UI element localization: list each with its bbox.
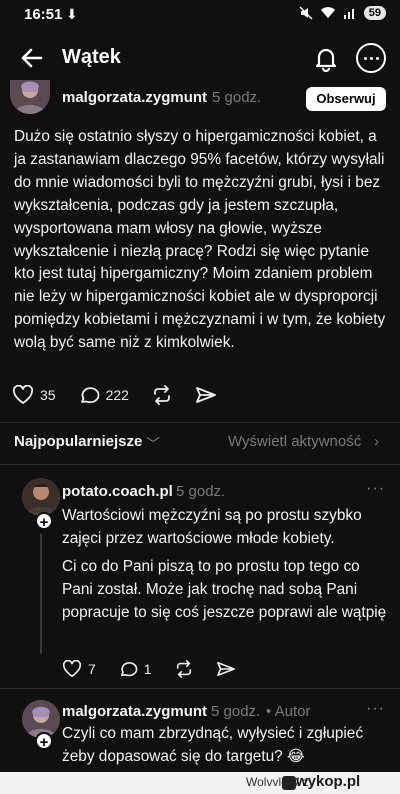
watermark-brand: wykop.pl [296,773,361,790]
author-tag: • Autor [266,703,311,720]
chevron-down-icon[interactable]: ﹀ [146,434,160,454]
reply-time: 5 godz. [176,483,226,500]
reply-body: Czyli co mam zbrzydnąć, wyłysieć i zgłup… [62,725,364,765]
reply-time: 5 godz. [211,703,261,720]
like-count: 7 [88,661,96,677]
status-icons: 59 [299,6,386,20]
reply-actions: 7 1 [62,660,258,678]
avatar[interactable] [10,80,50,114]
comment-count: 1 [143,661,152,677]
wifi-icon [320,7,335,18]
repost-button[interactable] [174,660,194,678]
status-bar: 16:51 ⬇ 59 [0,0,400,30]
page-title: Wątek [62,46,121,68]
heart-icon [62,660,82,678]
reply-body: Ci co do Pani piszą to po prostu top teg… [62,558,387,621]
like-button[interactable]: 7 [62,660,96,678]
repost-button[interactable] [151,385,173,405]
sort-dropdown[interactable]: Najpopularniejsze [14,433,142,450]
back-arrow-icon[interactable] [18,44,46,72]
comment-icon [120,662,138,677]
reply-more-icon[interactable]: ··· [366,700,385,718]
wykop-logo-icon [282,776,296,790]
like-button[interactable]: 35 [12,385,56,405]
view-activity-link[interactable]: Wyświetl aktywność [228,433,361,450]
share-icon [196,387,216,403]
share-button[interactable] [195,385,217,405]
comment-count: 222 [105,387,129,403]
plus-icon[interactable]: + [35,512,53,531]
avatar[interactable] [22,478,60,516]
share-button[interactable] [216,660,236,678]
comment-button[interactable]: 222 [78,385,129,405]
divider [0,422,400,423]
signal-icon [343,9,354,19]
post-time: 5 godz. [212,89,262,106]
divider [0,688,400,689]
reply-username[interactable]: malgorzata.zygmunt [62,703,207,720]
more-icon[interactable] [356,43,386,73]
post-body: Dużo się ostatnio słyszy o hipergamiczno… [14,128,386,352]
comment-icon [80,387,99,403]
heart-icon [12,385,34,404]
comment-button[interactable]: 1 [118,660,152,678]
download-icon: ⬇ [66,6,78,22]
app-bar: Wątek [0,30,400,86]
reply-username[interactable]: potato.coach.pl [62,483,173,500]
thread-line [40,534,42,654]
bell-icon[interactable] [312,44,340,72]
status-time: 16:51 [24,6,63,23]
reply-body: Wartościowi mężczyźni są po prostu szybk… [62,507,362,547]
post-header: malgorzata.zygmunt 5 godz. Obserwuj [0,80,400,116]
watermark-bar: WolvvloW z wykop.pl [0,772,400,794]
post-username[interactable]: malgorzata.zygmunt [62,89,207,106]
plus-icon[interactable]: + [35,732,53,751]
share-icon [216,661,235,677]
divider [0,464,400,465]
like-count: 35 [40,387,56,403]
post-actions: 35 222 [12,385,239,405]
sort-bar: Najpopularniejsze ﹀ Wyświetl aktywność › [0,428,400,458]
reply-more-icon[interactable]: ··· [366,480,385,498]
battery-indicator: 59 [363,6,386,20]
chevron-right-icon: › [374,433,379,450]
mute-icon [299,6,313,20]
repost-icon [176,660,191,678]
follow-button[interactable]: Obserwuj [306,87,386,111]
repost-icon [154,385,170,405]
